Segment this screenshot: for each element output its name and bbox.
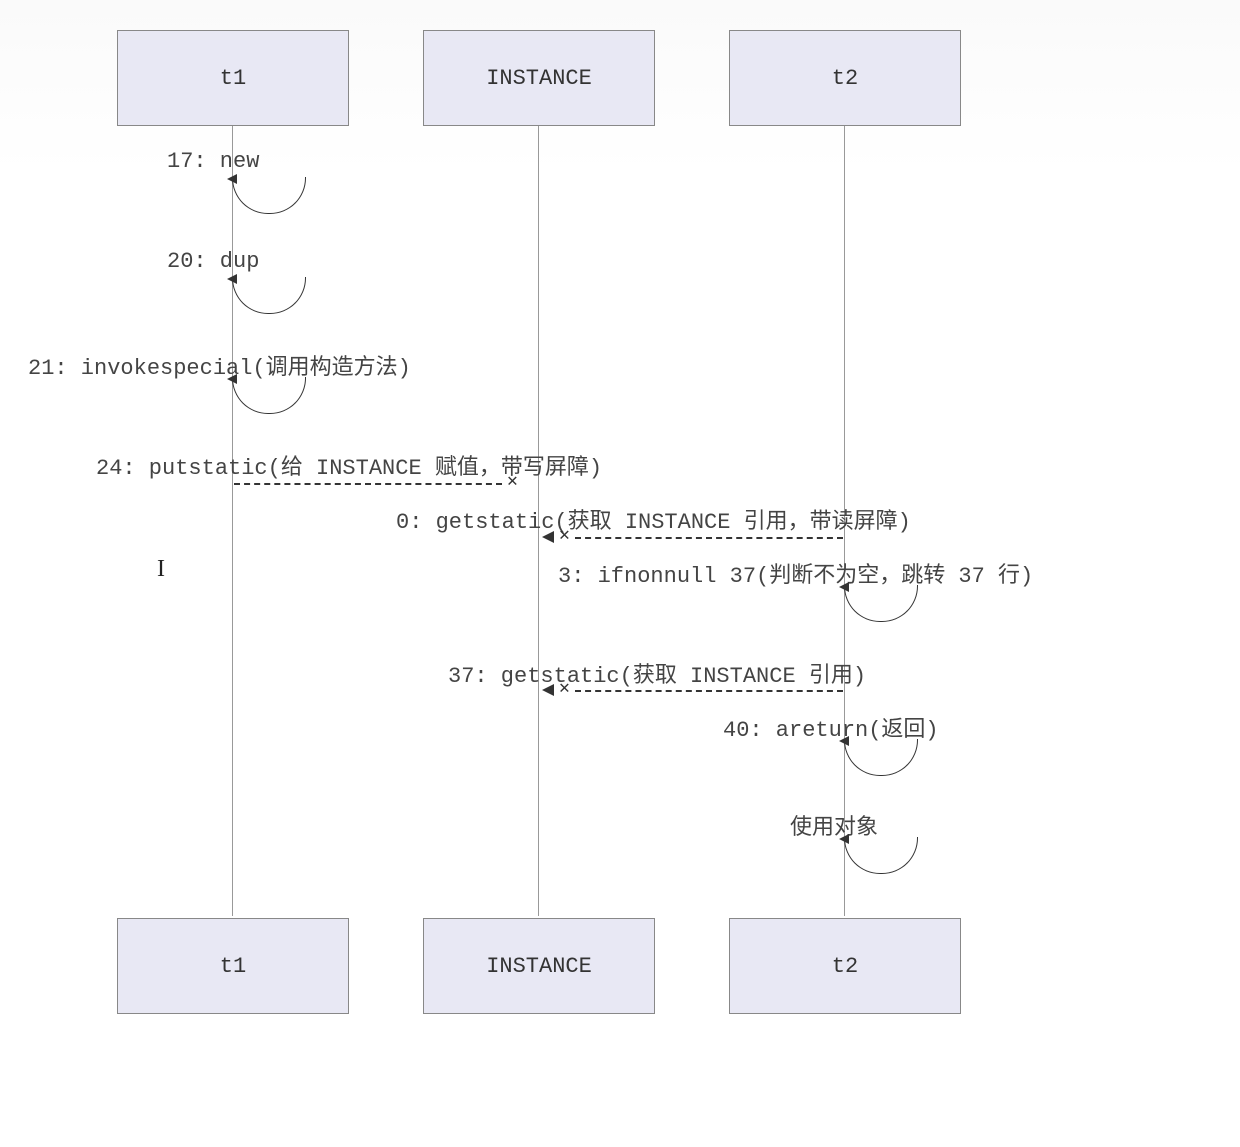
- x-mark-putstatic: ✕: [507, 470, 518, 492]
- msg-label-dup: 20: dup: [167, 249, 259, 274]
- arrow-getstatic2: [575, 690, 843, 692]
- arrow-putstatic: [234, 483, 502, 485]
- msg-label-getstatic2: 37: getstatic(获取 INSTANCE 引用): [448, 657, 866, 689]
- msg-label-invokespecial: 21: invokespecial(调用构造方法): [28, 349, 411, 381]
- arrowhead-getstatic1: [542, 531, 554, 543]
- x-mark-getstatic2: ✕: [559, 677, 570, 699]
- arrowhead-getstatic2: [542, 684, 554, 696]
- actor-box-t2-top: t2: [729, 30, 961, 126]
- actor-box-t1-bottom: t1: [117, 918, 349, 1014]
- msg-label-ifnonnull: 3: ifnonnull 37(判断不为空，跳转 37 行): [558, 557, 1033, 589]
- actor-box-instance-bottom: INSTANCE: [423, 918, 655, 1014]
- self-loop-use-object: [844, 837, 918, 874]
- self-loop-new: [232, 177, 306, 214]
- self-loop-areturn: [844, 739, 918, 776]
- lifeline-t1: [232, 126, 233, 916]
- self-loop-dup: [232, 277, 306, 314]
- self-loop-invokespecial: [232, 377, 306, 414]
- msg-label-getstatic1: 0: getstatic(获取 INSTANCE 引用，带读屏障): [396, 503, 911, 535]
- self-loop-ifnonnull: [844, 585, 918, 622]
- text-cursor: I: [157, 556, 165, 583]
- msg-label-new: 17: new: [167, 149, 259, 174]
- actor-box-t2-bottom: t2: [729, 918, 961, 1014]
- actor-box-t1-top: t1: [117, 30, 349, 126]
- arrow-getstatic1: [575, 537, 843, 539]
- msg-label-putstatic: 24: putstatic(给 INSTANCE 赋值，带写屏障): [96, 449, 602, 481]
- actor-box-instance-top: INSTANCE: [423, 30, 655, 126]
- x-mark-getstatic1: ✕: [559, 524, 570, 546]
